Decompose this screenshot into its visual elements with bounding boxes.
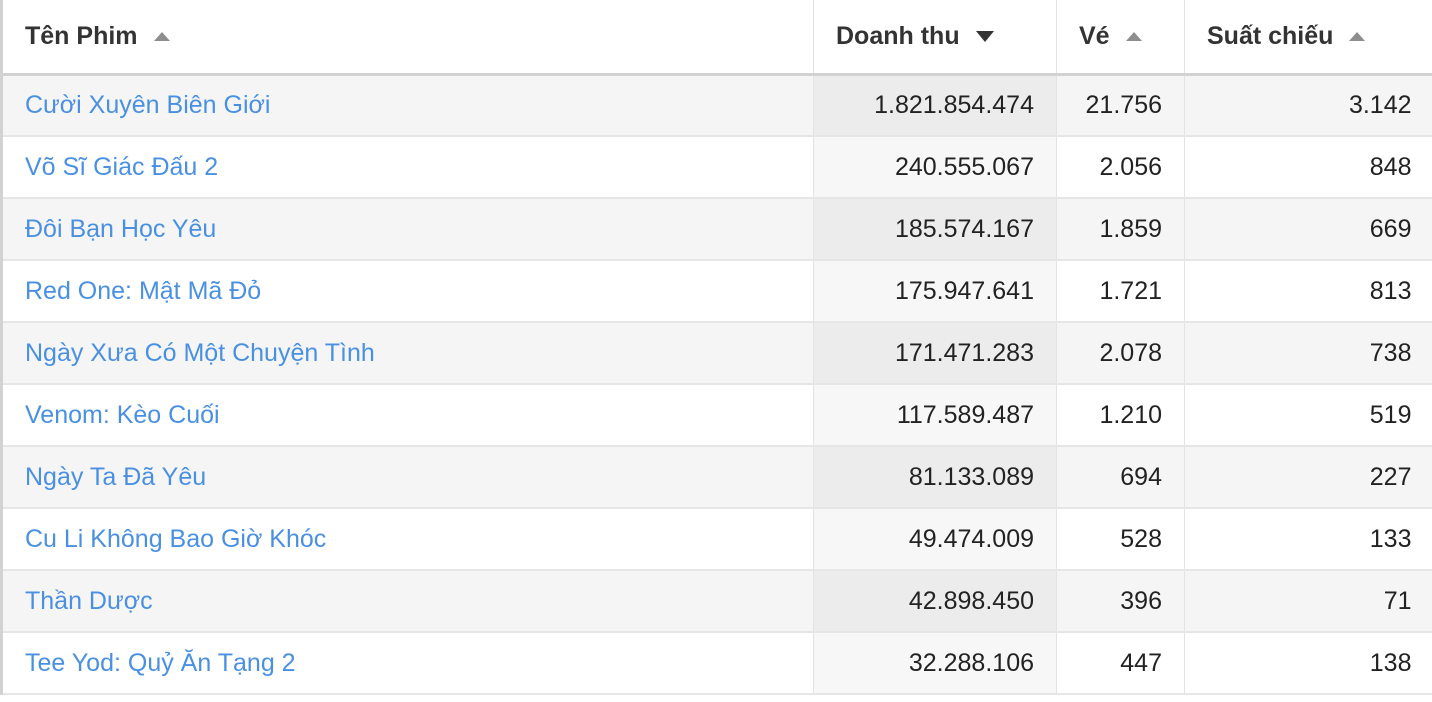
table-row[interactable]: Ngày Ta Đã Yêu 81.133.089 694 227 (0, 446, 1432, 509)
table-row[interactable]: Venom: Kèo Cuối 117.589.487 1.210 519 (0, 384, 1432, 447)
cell-movie-title: Cười Xuyên Biên Giới (0, 74, 814, 137)
movie-revenue-table-page: Tên Phim Doanh thu Vé Suất chiếu Cười Xu… (0, 0, 1432, 702)
cell-tickets: 447 (1056, 632, 1185, 695)
cell-movie-title: Red One: Mật Mã Đỏ (0, 260, 814, 323)
movie-title-link[interactable]: Cười Xuyên Biên Giới (25, 91, 270, 119)
table-row[interactable]: Tee Yod: Quỷ Ăn Tạng 2 32.288.106 447 138 (0, 632, 1432, 695)
cell-revenue: 175.947.641 (813, 260, 1057, 323)
column-header-tickets[interactable]: Vé (1056, 0, 1185, 76)
table-row[interactable]: Đôi Bạn Học Yêu 185.574.167 1.859 669 (0, 198, 1432, 261)
table-row[interactable]: Cười Xuyên Biên Giới 1.821.854.474 21.756 3… (0, 74, 1432, 137)
cell-shows: 848 (1184, 136, 1432, 199)
cell-tickets: 2.078 (1056, 322, 1185, 385)
cell-revenue: 171.471.283 (813, 322, 1057, 385)
column-header-title[interactable]: Tên Phim (0, 0, 814, 76)
cell-tickets: 694 (1056, 446, 1185, 509)
cell-shows: 133 (1184, 508, 1432, 571)
cell-tickets: 21.756 (1056, 74, 1185, 137)
cell-revenue: 1.821.854.474 (813, 74, 1057, 137)
sort-ascending-icon[interactable] (153, 31, 170, 41)
cell-revenue: 81.133.089 (813, 446, 1057, 509)
cell-shows: 138 (1184, 632, 1432, 695)
table-header-row: Tên Phim Doanh thu Vé Suất chiếu (0, 0, 1432, 76)
cell-shows: 3.142 (1184, 74, 1432, 137)
sort-descending-icon[interactable] (975, 30, 994, 42)
cell-tickets: 528 (1056, 508, 1185, 571)
table-row[interactable]: Ngày Xưa Có Một Chuyện Tình 171.471.283 2.… (0, 322, 1432, 385)
cell-movie-title: Venom: Kèo Cuối (0, 384, 814, 447)
cell-movie-title: Đôi Bạn Học Yêu (0, 198, 814, 261)
cell-movie-title: Võ Sĩ Giác Đấu 2 (0, 136, 814, 199)
cell-shows: 669 (1184, 198, 1432, 261)
column-header-shows-label: Suất chiếu (1207, 21, 1334, 50)
table-row[interactable]: Red One: Mật Mã Đỏ 175.947.641 1.721 813 (0, 260, 1432, 323)
movie-title-link[interactable]: Võ Sĩ Giác Đấu 2 (25, 153, 218, 181)
cell-movie-title: Cu Li Không Bao Giờ Khóc (0, 508, 814, 571)
cell-shows: 813 (1184, 260, 1432, 323)
table-body: Cười Xuyên Biên Giới 1.821.854.474 21.756 3… (0, 74, 1432, 695)
cell-movie-title: Ngày Xưa Có Một Chuyện Tình (0, 322, 814, 385)
movie-title-link[interactable]: Venom: Kèo Cuối (25, 401, 220, 429)
movie-title-link[interactable]: Ngày Xưa Có Một Chuyện Tình (25, 339, 375, 367)
cell-tickets: 1.859 (1056, 198, 1185, 261)
cell-tickets: 2.056 (1056, 136, 1185, 199)
cell-revenue: 117.589.487 (813, 384, 1057, 447)
cell-shows: 519 (1184, 384, 1432, 447)
cell-revenue: 49.474.009 (813, 508, 1057, 571)
cell-shows: 71 (1184, 570, 1432, 633)
cell-revenue: 42.898.450 (813, 570, 1057, 633)
sort-ascending-icon[interactable] (1125, 31, 1142, 41)
cell-shows: 227 (1184, 446, 1432, 509)
column-header-tickets-label: Vé (1079, 21, 1110, 50)
movie-revenue-table: Tên Phim Doanh thu Vé Suất chiếu Cười Xu… (0, 0, 1432, 695)
cell-tickets: 1.721 (1056, 260, 1185, 323)
movie-title-link[interactable]: Cu Li Không Bao Giờ Khóc (25, 525, 326, 553)
cell-tickets: 1.210 (1056, 384, 1185, 447)
column-header-revenue[interactable]: Doanh thu (813, 0, 1057, 76)
cell-revenue: 32.288.106 (813, 632, 1057, 695)
movie-title-link[interactable]: Ngày Ta Đã Yêu (25, 463, 206, 491)
movie-title-link[interactable]: Đôi Bạn Học Yêu (25, 215, 216, 243)
column-header-revenue-label: Doanh thu (836, 21, 960, 50)
cell-movie-title: Ngày Ta Đã Yêu (0, 446, 814, 509)
cell-movie-title: Tee Yod: Quỷ Ăn Tạng 2 (0, 632, 814, 695)
table-row[interactable]: Cu Li Không Bao Giờ Khóc 49.474.009 528 133 (0, 508, 1432, 571)
table-header: Tên Phim Doanh thu Vé Suất chiếu (0, 0, 1432, 76)
table-row[interactable]: Võ Sĩ Giác Đấu 2 240.555.067 2.056 848 (0, 136, 1432, 199)
cell-revenue: 240.555.067 (813, 136, 1057, 199)
cell-shows: 738 (1184, 322, 1432, 385)
table-row[interactable]: Thần Dược 42.898.450 396 71 (0, 570, 1432, 633)
sort-ascending-icon[interactable] (1349, 31, 1366, 41)
cell-movie-title: Thần Dược (0, 570, 814, 633)
movie-title-link[interactable]: Red One: Mật Mã Đỏ (25, 277, 261, 305)
cell-tickets: 396 (1056, 570, 1185, 633)
movie-title-link[interactable]: Thần Dược (25, 587, 153, 615)
column-header-title-label: Tên Phim (25, 21, 138, 50)
cell-revenue: 185.574.167 (813, 198, 1057, 261)
column-header-shows[interactable]: Suất chiếu (1184, 0, 1432, 76)
movie-title-link[interactable]: Tee Yod: Quỷ Ăn Tạng 2 (25, 649, 296, 677)
